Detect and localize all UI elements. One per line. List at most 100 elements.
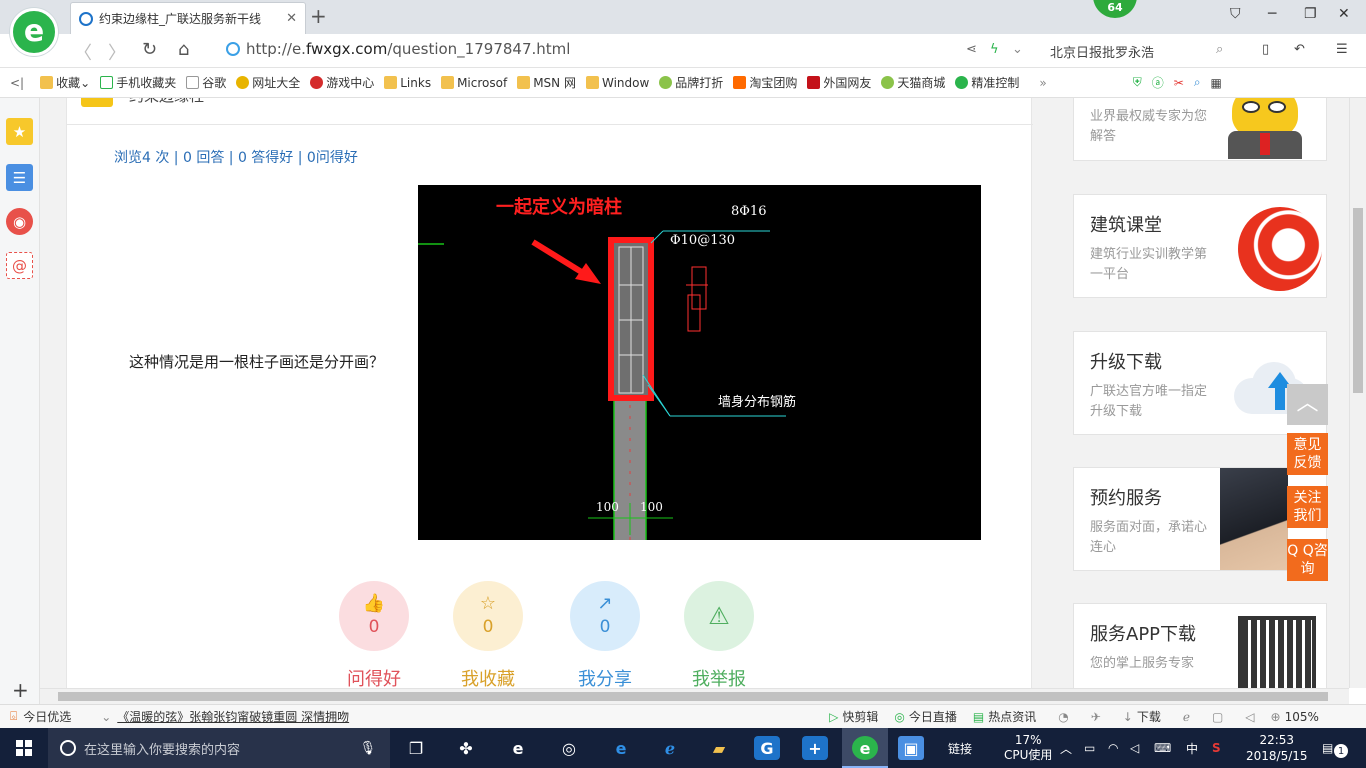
vertical-scroll-thumb[interactable] xyxy=(1353,208,1363,393)
taskbar-search-box[interactable]: 在这里输入你要搜索的内容 🎙 xyxy=(48,728,390,768)
home-button[interactable]: ⌂ xyxy=(178,39,189,60)
back-button[interactable]: 〈 xyxy=(74,39,92,65)
menu-icon[interactable]: ☰ xyxy=(1336,42,1348,57)
feedback-button[interactable]: 意见反馈 xyxy=(1287,433,1328,475)
windows-start-button[interactable] xyxy=(0,728,48,768)
add-panel-button[interactable]: + xyxy=(12,678,29,702)
internet-explorer-icon[interactable]: ℯ xyxy=(657,736,683,760)
bookmark-item[interactable]: 游戏中心 xyxy=(310,74,374,91)
favorite-question-button[interactable]: ☆ 0 我收藏 xyxy=(453,581,523,688)
grid-menu-icon[interactable]: ▦ xyxy=(1211,76,1222,90)
cpu-meter[interactable]: 17% CPU使用 xyxy=(1004,728,1052,768)
ie-app-icon[interactable]: e xyxy=(505,736,531,760)
dropdown-icon[interactable]: ⌄ xyxy=(1012,42,1023,57)
question-stats[interactable]: 浏览4 次 | 0 回答 | 0 答得好 | 0问得好 xyxy=(114,147,358,167)
browser-task-icon[interactable]: e xyxy=(852,736,878,760)
share-icon[interactable]: ⋖ xyxy=(966,42,977,57)
weibo-icon[interactable]: ◉ xyxy=(6,208,33,235)
fan-app-icon[interactable]: ✤ xyxy=(453,736,479,760)
expert-card[interactable]: 业界最权威专家为您解答 xyxy=(1073,98,1327,161)
app-download-card[interactable]: 服务APP下载 您的掌上服务专家 xyxy=(1073,603,1327,688)
forward-button[interactable]: 〉 xyxy=(108,39,126,65)
glodon-g-app-icon[interactable]: G xyxy=(754,736,780,760)
share-question-button[interactable]: ↗ 0 我分享 xyxy=(570,581,640,688)
url-field[interactable]: http://e. fwxgx.com/question_1797847.html xyxy=(226,40,570,58)
reload-button[interactable]: ↻ xyxy=(142,39,157,60)
live-item[interactable]: 今日直播 xyxy=(909,708,957,725)
bookmark-item[interactable]: 淘宝团购 xyxy=(733,74,797,91)
vertical-scrollbar[interactable] xyxy=(1349,98,1366,688)
hot-news-item[interactable]: 热点资讯 xyxy=(988,708,1036,725)
like-question-button[interactable]: 👍 0 问得好 xyxy=(339,581,409,688)
keyboard-icon[interactable]: ⌨ xyxy=(1154,728,1171,768)
report-question-button[interactable]: ⚠ 我举报 xyxy=(684,581,754,688)
speed-icon[interactable]: ◔ xyxy=(1058,710,1068,724)
qq-consult-button[interactable]: Q Q咨询 xyxy=(1287,539,1328,581)
search-hint[interactable]: 北京日报批罗永浩 xyxy=(1050,42,1154,61)
close-window-button[interactable]: ✕ xyxy=(1338,6,1350,22)
mobile-icon[interactable]: ▯ xyxy=(1262,42,1269,57)
tab-close-icon[interactable]: ✕ xyxy=(286,11,297,26)
bookmark-item[interactable]: 天猫商城 xyxy=(881,74,945,91)
window-icon[interactable]: ▢ xyxy=(1212,710,1223,724)
new-tab-button[interactable]: + xyxy=(310,4,327,28)
bookmark-item[interactable]: 精准控制 xyxy=(955,74,1019,91)
chevron-down-icon[interactable]: ⌄ xyxy=(101,710,111,724)
bookmark-item[interactable]: 谷歌 xyxy=(186,74,226,91)
bookmark-item[interactable]: 收藏 ⌄ xyxy=(40,74,90,91)
bookmark-item[interactable]: MSN 网 xyxy=(517,74,576,91)
horizontal-scroll-thumb[interactable] xyxy=(58,692,1328,701)
links-toolbar[interactable]: 链接 xyxy=(948,728,972,768)
zoom-level[interactable]: 105% xyxy=(1285,710,1319,724)
pin-icon[interactable]: ✈ xyxy=(1091,710,1101,724)
minimize-button[interactable]: ─ xyxy=(1268,6,1276,22)
undo-icon[interactable]: ↶ xyxy=(1294,42,1305,57)
clock[interactable]: 22:53 2018/5/15 xyxy=(1246,728,1308,768)
email-icon[interactable]: @ xyxy=(6,252,33,279)
bookmark-item[interactable]: 品牌打折 xyxy=(659,74,723,91)
action-center-icon[interactable]: ▤ xyxy=(1322,728,1333,768)
maximize-button[interactable]: ❐ xyxy=(1304,6,1317,22)
download-item[interactable]: 下载 xyxy=(1137,708,1161,725)
magnifier-icon[interactable]: ⌕ xyxy=(1194,75,1201,90)
bookmark-item[interactable]: Links xyxy=(384,76,431,90)
browser-tab-active[interactable]: 约束边缘柱_广联达服务新干线 ✕ xyxy=(70,2,306,34)
volume-icon[interactable]: ◁ xyxy=(1130,728,1139,768)
tray-overflow-icon[interactable]: ︿ xyxy=(1060,728,1072,768)
mute-icon[interactable]: ◁ xyxy=(1245,710,1254,724)
browser-logo-icon[interactable]: e xyxy=(10,8,58,56)
quick-edit-item[interactable]: 快剪辑 xyxy=(842,708,878,725)
notification-badge[interactable]: 64 xyxy=(1093,0,1137,18)
bookmark-item[interactable]: Window xyxy=(585,76,649,90)
sidebar-toggle-icon[interactable]: <| xyxy=(10,76,24,90)
cad-drawing-image[interactable]: 一起定义为暗柱 8Φ16 Φ10@130 墙身分布钢筋 100 100 xyxy=(418,185,981,540)
task-view-icon[interactable]: ❐ xyxy=(403,736,429,760)
plus-app-icon[interactable]: + xyxy=(802,736,828,760)
shirt-skin-icon[interactable]: ⛉ xyxy=(1230,6,1241,22)
ie-mode-icon[interactable]: ℯ xyxy=(1183,710,1190,724)
bookmark-item[interactable]: 外国网友 xyxy=(807,74,871,91)
lightning-icon[interactable]: ϟ xyxy=(990,42,999,57)
course-card[interactable]: 建筑课堂 建筑行业实训教学第一平台 xyxy=(1073,194,1327,298)
news-ticker[interactable]: 《温暖的弦》张翰张钧甯破镜重圆 深情拥吻 xyxy=(117,708,349,725)
edge-icon[interactable]: e xyxy=(608,736,634,760)
back-to-top-button[interactable]: ︿ xyxy=(1287,384,1328,425)
wifi-icon[interactable]: ◠ xyxy=(1108,728,1118,768)
bookmark-item[interactable]: Microsof xyxy=(441,76,507,90)
photo-app-icon[interactable]: ▣ xyxy=(898,736,924,760)
translate-icon[interactable]: ⓐ xyxy=(1152,74,1164,91)
follow-us-button[interactable]: 关注我们 xyxy=(1287,486,1328,528)
ime-indicator[interactable]: 中 xyxy=(1186,728,1198,768)
scissors-icon[interactable]: ✂ xyxy=(1174,76,1184,90)
file-explorer-icon[interactable]: ▰ xyxy=(706,736,732,760)
sogou-ime-icon[interactable]: S xyxy=(1212,728,1221,768)
daily-picks[interactable]: 今日优选 xyxy=(23,708,71,725)
search-icon[interactable]: ⌕ xyxy=(1216,42,1223,57)
spiral-app-icon[interactable]: ◎ xyxy=(556,736,582,760)
favorites-icon[interactable]: ★ xyxy=(6,118,33,145)
microphone-icon[interactable]: 🎙 xyxy=(359,741,376,756)
more-bookmarks-icon[interactable]: » xyxy=(1039,76,1046,90)
battery-icon[interactable]: ▭ xyxy=(1084,728,1095,768)
bookmark-item[interactable]: 网址大全 xyxy=(236,74,300,91)
shield-icon[interactable]: ⛨ xyxy=(1133,75,1142,90)
